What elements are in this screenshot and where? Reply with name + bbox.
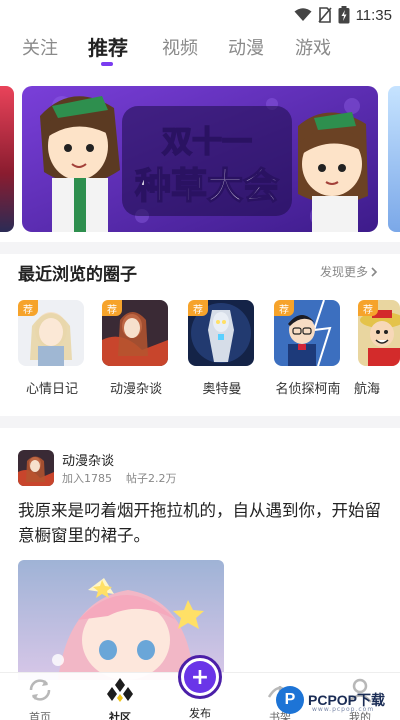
- circle-label: 心情日记: [25, 382, 78, 397]
- circle-item[interactable]: 荐 航海: [354, 300, 400, 400]
- discover-more-link[interactable]: 发现更多: [320, 263, 378, 280]
- top-tabs: 关注 推荐 视频 动漫 游戏: [0, 30, 400, 70]
- banner-prev-peek[interactable]: [0, 86, 14, 232]
- post-circle-avatar[interactable]: [18, 450, 54, 486]
- publish-button[interactable]: +: [178, 655, 222, 699]
- circle-label: 奥特曼: [202, 382, 242, 397]
- recommend-badge: 荐: [358, 300, 378, 316]
- pcpop-logo-icon: P: [276, 686, 304, 714]
- posts-count: 帖子2.2万: [126, 472, 177, 485]
- discover-more-label: 发现更多: [319, 265, 368, 279]
- plus-icon: +: [184, 661, 216, 693]
- chevron-right-icon: [371, 266, 378, 277]
- community-icon: [107, 678, 133, 702]
- post-body-text[interactable]: 我原来是叼着烟开拖拉机的，自从遇到你，开始留意橱窗里的裙子。: [18, 498, 386, 548]
- circle-item[interactable]: 荐 奥特曼: [188, 300, 258, 400]
- active-tab-indicator: [101, 62, 113, 66]
- tab-video[interactable]: 视频: [162, 34, 198, 60]
- tab-recommend[interactable]: 推荐: [88, 32, 128, 61]
- status-bar: 11:35: [0, 0, 400, 30]
- banner-title-line2: 种草大会: [135, 166, 279, 207]
- circle-item[interactable]: 荐 名侦探柯南: [274, 300, 344, 400]
- section-divider: [0, 242, 400, 254]
- left-character-art: [40, 96, 120, 232]
- tab-anime[interactable]: 动漫: [228, 34, 264, 60]
- wifi-icon: [294, 8, 312, 21]
- publish-label: 发布: [189, 707, 211, 720]
- post-circle-name[interactable]: 动漫杂谈: [62, 450, 114, 469]
- circle-label: 动漫杂谈: [109, 382, 162, 397]
- post-circle-meta: 加入1785 帖子2.2万: [62, 470, 177, 486]
- refresh-home-icon: [29, 679, 51, 701]
- nav-community-label: 社区: [109, 711, 131, 720]
- members-count: 加入1785: [62, 472, 112, 485]
- recommend-badge: 荐: [18, 300, 38, 316]
- tab-follow[interactable]: 关注: [22, 34, 58, 60]
- watermark-subtext: www.pcpop.com: [312, 706, 375, 713]
- nav-community[interactable]: 社区: [92, 677, 148, 720]
- nav-home[interactable]: 首页: [12, 677, 68, 720]
- circle-item[interactable]: 荐 动漫杂谈: [102, 300, 172, 400]
- circle-item[interactable]: 荐 心情日记: [18, 300, 88, 400]
- recommend-badge: 荐: [188, 300, 208, 316]
- battery-charging-icon: [338, 6, 350, 24]
- pcpop-watermark: P PCPOP下载 www.pcpop.com: [276, 682, 398, 718]
- circle-label: 航海: [354, 382, 381, 397]
- recent-circles-title: 最近浏览的圈子: [18, 265, 137, 285]
- nav-home-label: 首页: [29, 711, 51, 720]
- section-divider: [0, 416, 400, 428]
- banner-next-peek[interactable]: [388, 86, 400, 232]
- no-sim-icon: [317, 7, 332, 23]
- recommend-badge: 荐: [102, 300, 122, 316]
- banner-title-line1: 双十一: [162, 125, 252, 160]
- banner-slide[interactable]: 双十一 种草大会: [22, 86, 378, 232]
- tab-games[interactable]: 游戏: [295, 34, 331, 60]
- banner-artwork: 双十一 种草大会: [22, 86, 378, 232]
- status-time: 11:35: [355, 6, 392, 24]
- recommend-badge: 荐: [274, 300, 294, 316]
- circle-label: 名侦探柯南: [275, 382, 341, 397]
- status-icons: 11:35: [294, 4, 392, 26]
